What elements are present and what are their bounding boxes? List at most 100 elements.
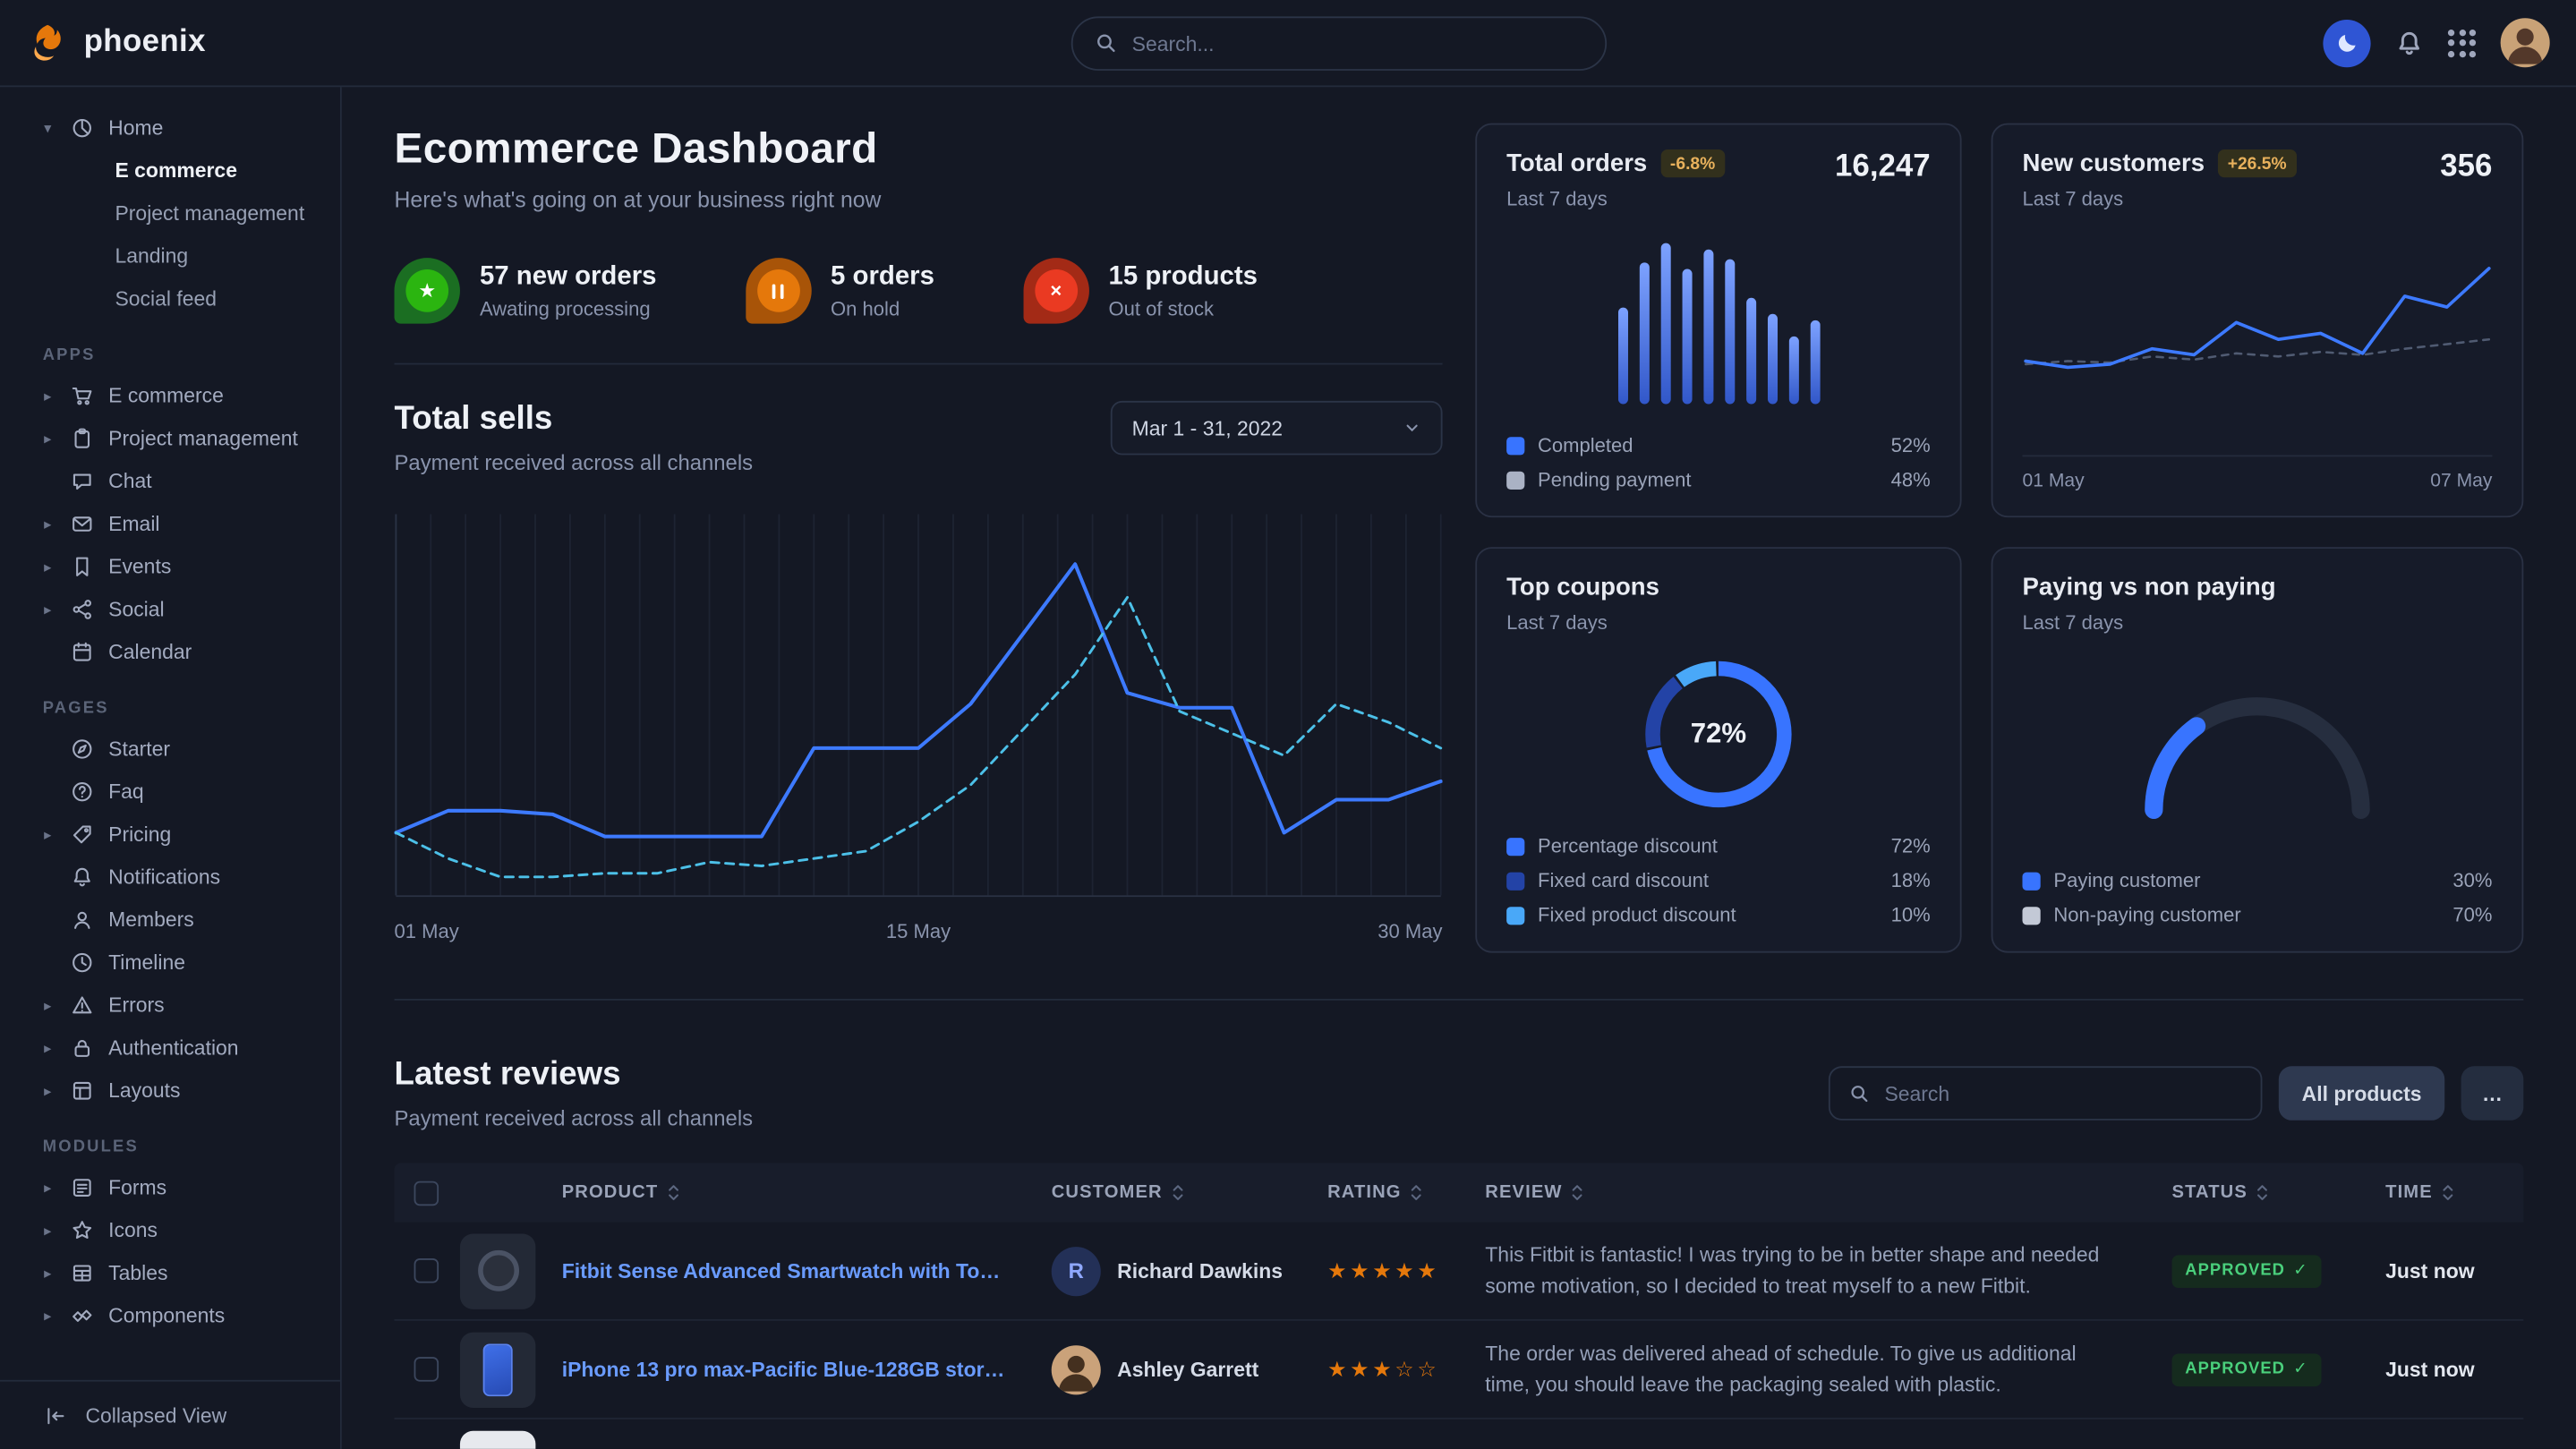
sidebar-item-errors[interactable]: ▸ Errors <box>0 984 340 1027</box>
top-coupons-legend: Percentage discount 72% Fixed card disco… <box>1506 834 1931 926</box>
stat-awating-processing: ★ 57 new orders Awating processing <box>395 258 657 323</box>
total-sells-x-axis: 01 May 15 May 30 May <box>395 920 1443 943</box>
stat-bubble: ★ <box>395 258 460 323</box>
more-options-button[interactable]: … <box>2461 1066 2524 1121</box>
new-customers-card: New customers +26.5% Last 7 days 356 01 … <box>1992 124 2524 518</box>
card-title: Top coupons <box>1506 574 1659 601</box>
brand-name: phoenix <box>84 25 206 61</box>
legend-swatch <box>1506 471 1524 489</box>
review-row <box>395 1419 2524 1449</box>
sidebar-item-authentication[interactable]: ▸ Authentication <box>0 1027 340 1070</box>
apps-grid-button[interactable] <box>2448 29 2476 56</box>
pause-icon <box>756 269 799 312</box>
legend-row-percentage-discount: Percentage discount 72% <box>1506 834 1931 857</box>
form-icon <box>69 1176 95 1199</box>
warning-icon <box>69 993 95 1017</box>
legend-label: Non-paying customer <box>2053 904 2240 927</box>
sidebar-item-forms[interactable]: ▸ Forms <box>0 1166 340 1209</box>
product-link[interactable]: Fitbit Sense Advanced Smartwatch with To… <box>562 1259 1052 1283</box>
profile-avatar[interactable] <box>2501 18 2550 67</box>
sort-icon <box>2256 1183 2269 1203</box>
sidebar-item-layouts[interactable]: ▸ Layouts <box>0 1070 340 1112</box>
quick-stats: ★ 57 new orders Awating processing 5 ord… <box>395 258 1443 323</box>
sidebar-item-chat[interactable]: Chat <box>0 460 340 503</box>
sidebar-item-starter[interactable]: Starter <box>0 728 340 771</box>
stat-caption: Awating processing <box>480 296 657 320</box>
sidebar-item-calendar[interactable]: Calendar <box>0 631 340 674</box>
components-icon <box>69 1304 95 1327</box>
customer-cell: RRichard Dawkins <box>1052 1246 1327 1295</box>
x-icon: × <box>1035 269 1078 312</box>
total-orders-legend: Completed 52% Pending payment 48% <box>1506 434 1931 491</box>
pie-chart-icon <box>69 116 95 140</box>
legend-swatch <box>1506 436 1524 454</box>
customer-name: Ashley Garrett <box>1117 1358 1258 1381</box>
table-icon <box>69 1262 95 1285</box>
column-header-time[interactable]: TIME <box>2385 1183 2523 1203</box>
legend-swatch <box>1506 872 1524 890</box>
sidebar-item-notifications[interactable]: Notifications <box>0 856 340 899</box>
sidebar-item-social[interactable]: ▸ Social <box>0 588 340 631</box>
card-period: Last 7 days <box>1506 187 1725 210</box>
moon-icon <box>2335 31 2358 55</box>
sidebar-item-label: Calendar <box>108 641 192 664</box>
x-tick: 30 May <box>1378 920 1442 943</box>
sidebar-item-faq[interactable]: Faq <box>0 771 340 814</box>
top-navbar: phoenix <box>0 0 2576 87</box>
sidebar-item-tables[interactable]: ▸ Tables <box>0 1252 340 1295</box>
sidebar-item-components[interactable]: ▸ Components <box>0 1294 340 1337</box>
global-search-input[interactable] <box>1132 32 1582 55</box>
sidebar-item-pricing[interactable]: ▸ Pricing <box>0 814 340 857</box>
collapse-view-button[interactable]: Collapsed View <box>0 1380 340 1449</box>
column-header-review[interactable]: REVIEW <box>1485 1183 2171 1203</box>
sidebar-item-project-management[interactable]: ▸ Project management <box>0 417 340 460</box>
sidebar-item-landing[interactable]: Landing <box>0 234 340 277</box>
sidebar-item-e-commerce[interactable]: ▸ E commerce <box>0 374 340 417</box>
sidebar-item-icons[interactable]: ▸ Icons <box>0 1209 340 1252</box>
review-row: iPhone 13 pro max-Pacific Blue-128GB sto… <box>395 1321 2524 1419</box>
column-header-rating[interactable]: RATING <box>1327 1183 1485 1203</box>
column-header-product[interactable]: PRODUCT <box>562 1183 1052 1203</box>
card-period: Last 7 days <box>2023 611 2493 635</box>
reviews-search-input[interactable] <box>1884 1082 2240 1105</box>
caret-right-icon: ▸ <box>39 1179 55 1197</box>
top-coupons-donut-chart: 72% <box>1506 635 1931 835</box>
date-range-select[interactable]: Mar 1 - 31, 2022 <box>1111 401 1443 456</box>
reviews-table: PRODUCTCUSTOMERRATINGREVIEWSTATUSTIME Fi… <box>395 1163 2524 1449</box>
notifications-button[interactable] <box>2395 29 2423 56</box>
legend-value: 70% <box>2452 904 2492 927</box>
theme-toggle-button[interactable] <box>2323 19 2370 66</box>
global-search[interactable] <box>1071 16 1607 71</box>
sidebar-item-home[interactable]: ▾ Home <box>0 107 340 149</box>
total-sells-title: Total sells <box>395 401 754 439</box>
sidebar-item-timeline[interactable]: Timeline <box>0 942 340 984</box>
brand-home-link[interactable]: phoenix <box>26 21 341 64</box>
sidebar-item-email[interactable]: ▸ Email <box>0 503 340 546</box>
column-header-status[interactable]: STATUS <box>2172 1183 2386 1203</box>
sidebar-section-pages: PAGES <box>0 700 340 718</box>
sidebar-item-social-feed[interactable]: Social feed <box>0 277 340 320</box>
customer-cell: Ashley Garrett <box>1052 1344 1327 1394</box>
sidebar-item-project-management[interactable]: Project management <box>0 192 340 235</box>
row-checkbox[interactable] <box>414 1258 439 1283</box>
sidebar-item-e-commerce[interactable]: E commerce <box>0 149 340 192</box>
bell-icon <box>69 865 95 889</box>
select-all-checkbox[interactable] <box>414 1181 439 1206</box>
column-header-customer[interactable]: CUSTOMER <box>1052 1183 1327 1203</box>
reviews-controls: All products … <box>1829 1066 2523 1121</box>
legend-swatch <box>2023 872 2041 890</box>
pause-icon <box>772 284 784 299</box>
new-customers-value: 356 <box>2440 149 2492 185</box>
card-title: New customers <box>2023 149 2205 177</box>
sidebar-item-members[interactable]: Members <box>0 899 340 942</box>
all-products-button[interactable]: All products <box>2279 1066 2444 1121</box>
sidebar-item-events[interactable]: ▸ Events <box>0 545 340 588</box>
reviews-search[interactable] <box>1829 1066 2263 1121</box>
review-time: Just now <box>2385 1358 2523 1381</box>
collapse-view-label: Collapsed View <box>85 1403 226 1427</box>
product-link[interactable]: iPhone 13 pro max-Pacific Blue-128GB sto… <box>562 1358 1052 1381</box>
dashboard-left-column: Ecommerce Dashboard Here's what's going … <box>395 124 1443 953</box>
legend-value: 48% <box>1891 468 1931 491</box>
row-checkbox[interactable] <box>414 1357 439 1382</box>
card-title: Total orders <box>1506 149 1647 177</box>
